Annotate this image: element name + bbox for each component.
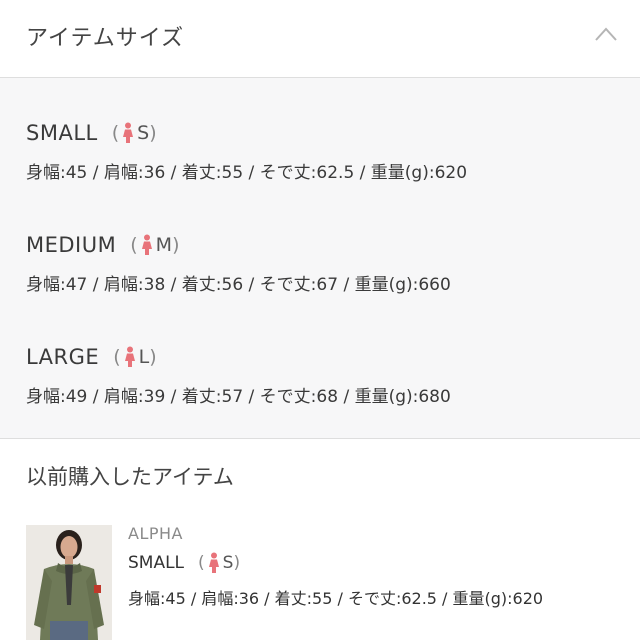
tag-open: ( — [198, 553, 205, 573]
woman-icon — [124, 346, 135, 367]
item-size: SMALL ( S ) — [128, 549, 240, 577]
product-thumbnail[interactable] — [26, 525, 112, 640]
woman-icon — [208, 552, 219, 573]
size-spec: 身幅:49 / 肩幅:39 / 着丈:57 / そで丈:68 / 重量(g):6… — [26, 387, 451, 407]
tag-close: ) — [149, 346, 157, 368]
tag-letter: S — [222, 553, 234, 573]
woman-icon — [123, 122, 134, 143]
size-name: SMALL — [128, 553, 185, 573]
size-list: SMALL ( S ) 身幅:45 / 肩幅:36 / 着丈:55 / そで丈:… — [0, 78, 640, 439]
women-size-tag: ( L ) — [113, 346, 156, 368]
tag-close: ) — [233, 553, 241, 573]
size-item-small: SMALL ( S ) 身幅:45 / 肩幅:36 / 着丈:55 / そで丈:… — [26, 118, 467, 183]
woman-icon — [141, 234, 152, 255]
tag-letter: M — [155, 234, 173, 256]
tag-letter: L — [138, 346, 150, 368]
tag-open: ( — [111, 122, 120, 144]
women-size-tag: ( S ) — [198, 552, 240, 574]
tag-open: ( — [113, 346, 121, 368]
size-spec: 身幅:45 / 肩幅:36 / 着丈:55 / そで丈:62.5 / 重量(g)… — [26, 163, 468, 183]
tag-letter: S — [137, 122, 150, 144]
item-spec: 身幅:45 / 肩幅:36 / 着丈:55 / そで丈:62.5 / 重量(g)… — [128, 589, 544, 608]
tag-open: ( — [130, 234, 138, 256]
women-size-tag: ( M ) — [130, 234, 179, 256]
tag-close: ) — [149, 122, 157, 144]
item-brand: ALPHA — [128, 524, 183, 543]
women-size-tag: ( S ) — [112, 122, 157, 144]
size-name: SMALL — [26, 121, 98, 145]
item-size-header[interactable]: アイテムサイズ — [0, 0, 640, 78]
history-title: 以前購入したアイテム — [26, 465, 234, 489]
size-item-medium: MEDIUM ( M ) 身幅:47 / 肩幅:38 / 着丈:56 / そで丈… — [26, 230, 451, 295]
size-spec: 身幅:47 / 肩幅:38 / 着丈:56 / そで丈:67 / 重量(g):6… — [26, 275, 451, 295]
chevron-up-icon[interactable] — [594, 26, 618, 42]
size-name: MEDIUM — [26, 233, 117, 257]
purchase-history-section: 以前購入したアイテム ALPHA SMALL ( S) 身幅:45 / 肩幅:… — [0, 439, 640, 640]
size-name: LARGE — [26, 345, 100, 369]
header-title: アイテムサイズ — [26, 26, 185, 51]
tag-close: ) — [172, 234, 180, 256]
size-item-large: LARGE ( L ) 身幅:49 / 肩幅:39 / 着丈:57 / そで丈:… — [26, 342, 451, 407]
